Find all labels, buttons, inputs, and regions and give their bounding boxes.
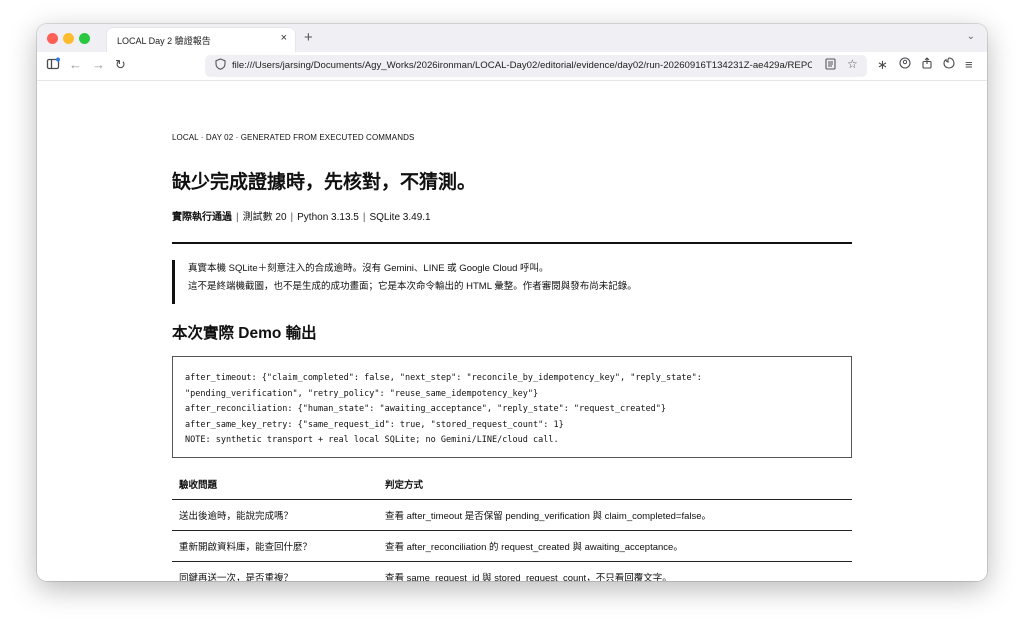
table-header-row: 驗收問題 判定方式	[172, 469, 852, 500]
shield-icon[interactable]	[215, 58, 226, 73]
table-row: 重新開啟資料庫，能查回什麼？ 查看 after_reconciliation 的…	[172, 530, 852, 562]
extension-icon[interactable]: ∗	[877, 57, 888, 73]
report-kicker: LOCAL · DAY 02 · GENERATED FROM EXECUTED…	[172, 133, 415, 142]
page-content: LOCAL · DAY 02 · GENERATED FROM EXECUTED…	[37, 81, 987, 581]
tab-report[interactable]: LOCAL Day 2 驗證報告 ×	[107, 28, 295, 52]
share-icon[interactable]	[921, 57, 933, 73]
url-text[interactable]: file:///Users/jarsing/Documents/Agy_Work…	[232, 60, 812, 71]
code-line: after_reconciliation: {"human_state": "a…	[185, 404, 667, 414]
status-badge: 實際執行通過	[172, 212, 232, 223]
close-window-button[interactable]	[47, 33, 58, 44]
reload-icon[interactable]: ↻	[115, 57, 126, 73]
account-icon[interactable]	[899, 57, 911, 73]
back-icon[interactable]: ←	[69, 57, 82, 73]
note-line: 真實本機 SQLite＋刻意注入的合成逾時。沒有 Gemini、LINE 或 G…	[188, 263, 549, 274]
sqlite-version: SQLite 3.49.1	[369, 212, 431, 223]
sidebar-icon[interactable]	[46, 57, 60, 75]
forward-icon[interactable]: →	[92, 57, 105, 73]
tab-close-icon[interactable]: ×	[281, 32, 287, 44]
table-cell: 查看 same_request_id 與 stored_request_coun…	[378, 561, 852, 581]
nav-toolbar: ← → ↻ file:///Users/jarsing/Documents/Ag…	[37, 52, 987, 81]
demo-output-block: after_timeout: {"claim_completed": false…	[172, 356, 852, 458]
disclaimer-note: 真實本機 SQLite＋刻意注入的合成逾時。沒有 Gemini、LINE 或 G…	[172, 260, 712, 304]
test-count: 測試數 20	[242, 212, 287, 223]
minimize-window-button[interactable]	[63, 33, 74, 44]
new-tab-button[interactable]: +	[304, 29, 313, 46]
code-line: "pending_verification", "retry_policy": …	[185, 388, 539, 399]
code-line: after_timeout: {"claim_completed": false…	[185, 373, 702, 383]
column-header: 判定方式	[378, 469, 852, 500]
run-meta: 實際執行通過 | 測試數 20 | Python 3.13.5 | SQLite 3.49.…	[172, 212, 431, 223]
divider	[172, 242, 852, 244]
menu-icon[interactable]: ≡	[965, 57, 973, 73]
acceptance-table: 驗收問題 判定方式 送出後逾時，能說完成嗎？ 查看 after_timeout …	[172, 469, 852, 581]
table-cell: 送出後逾時，能說完成嗎？	[172, 499, 378, 531]
python-version: Python 3.13.5	[297, 212, 359, 223]
chevron-down-icon[interactable]: ⌄	[967, 31, 975, 42]
tab-bar: LOCAL Day 2 驗證報告 × + ⌄	[37, 24, 987, 52]
column-header: 驗收問題	[172, 469, 378, 500]
address-bar[interactable]: file:///Users/jarsing/Documents/Agy_Work…	[205, 55, 867, 77]
table-cell: 查看 after_reconciliation 的 request_create…	[378, 530, 852, 562]
table-row: 同鍵再送一次，是否重複？ 查看 same_request_id 與 stored…	[172, 561, 852, 581]
section-title: 本次實際 Demo 輸出	[172, 325, 317, 342]
table-cell: 查看 after_timeout 是否保留 pending_verificati…	[378, 499, 852, 531]
note-line: 這不是終端機截圖，也不是生成的成功畫面；它是本次命令輸出的 HTML 彙整。作者…	[188, 281, 637, 292]
table-cell: 同鍵再送一次，是否重複？	[172, 561, 378, 581]
reader-icon[interactable]	[825, 58, 836, 73]
star-icon[interactable]: ☆	[847, 57, 858, 71]
page-title: 缺少完成證據時，先核對，不猜測。	[172, 172, 477, 193]
zoom-window-button[interactable]	[79, 33, 90, 44]
code-line: NOTE: synthetic transport + real local S…	[185, 435, 559, 445]
table-cell: 重新開啟資料庫，能查回什麼？	[172, 530, 378, 562]
firefox-icon[interactable]	[943, 57, 955, 73]
code-line: after_same_key_retry: {"same_request_id"…	[185, 419, 564, 430]
tab-title: LOCAL Day 2 驗證報告	[117, 36, 211, 46]
table-row: 送出後逾時，能說完成嗎？ 查看 after_timeout 是否保留 pendi…	[172, 499, 852, 531]
browser-window: LOCAL Day 2 驗證報告 × + ⌄ ← → ↻ file:///Use…	[37, 24, 987, 581]
